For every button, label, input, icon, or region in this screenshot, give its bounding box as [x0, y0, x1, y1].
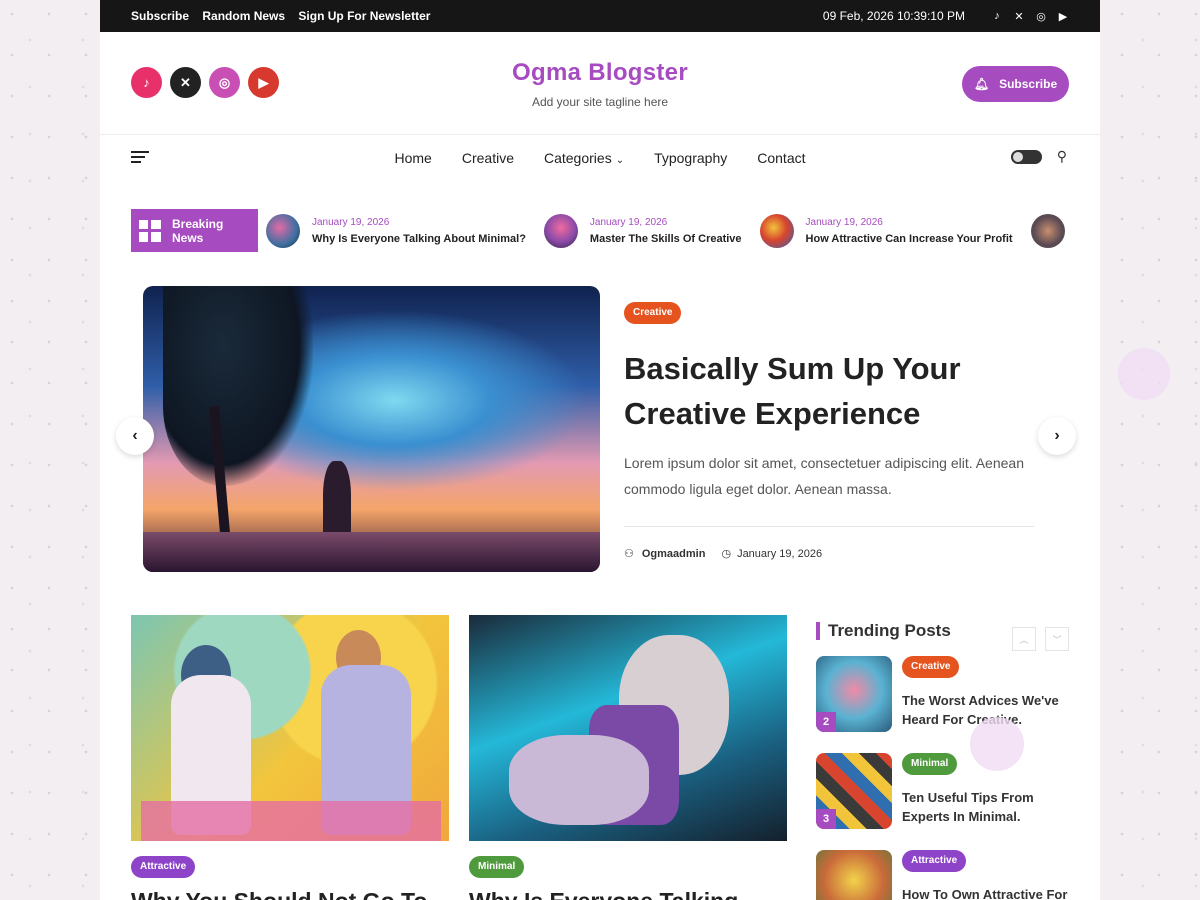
trending-category-badge[interactable]: Minimal: [902, 753, 958, 775]
top-bar: Subscribe Random News Sign Up For Newsle…: [100, 0, 1100, 32]
hero-divider: [624, 526, 1034, 527]
chevron-down-icon[interactable]: ﹀: [1045, 627, 1069, 651]
trending-rank: 3: [816, 809, 836, 829]
nav-item-creative[interactable]: Creative: [462, 150, 514, 166]
breaking-thumb: [266, 213, 300, 248]
bell-icon: 🔔︎: [973, 77, 990, 91]
hero-author[interactable]: Ogmaadmin: [642, 548, 706, 560]
chevron-down-icon: ⌄: [615, 154, 625, 166]
card-image[interactable]: [469, 615, 787, 841]
breaking-date: January 19, 2026: [805, 216, 883, 228]
nav-item-home[interactable]: Home: [394, 150, 431, 166]
top-link-random-news[interactable]: Random News: [202, 9, 285, 23]
hero-excerpt: Lorem ipsum dolor sit amet, consectetuer…: [624, 455, 1024, 497]
hero-meta: ⚇ Ogmaadmin ◷ January 19, 2026: [624, 547, 1034, 561]
breaking-thumb: [543, 213, 578, 248]
instagram-icon[interactable]: ◎: [1035, 10, 1047, 23]
tiktok-icon[interactable]: ♪: [991, 10, 1003, 22]
nav-item-categories[interactable]: Categories ⌄: [544, 150, 624, 166]
breaking-item[interactable]: January 19, 2026 How Attractive Can Incr…: [759, 213, 1013, 248]
dark-mode-toggle[interactable]: [1011, 150, 1042, 164]
menu-icon[interactable]: [131, 151, 149, 166]
trending-category-badge[interactable]: Attractive: [902, 850, 967, 872]
decorative-blob: [970, 717, 1024, 771]
trending-heading: Trending Posts: [816, 622, 951, 640]
hero-image[interactable]: [143, 286, 600, 572]
top-links: Subscribe Random News Sign Up For Newsle…: [131, 9, 440, 23]
trending-item[interactable]: Attractive How To Own Attractive For: [816, 850, 1076, 900]
top-link-subscribe[interactable]: Subscribe: [131, 9, 189, 23]
trending-item[interactable]: 2 Creative The Worst Advices We've Heard…: [816, 656, 1076, 734]
youtube-icon[interactable]: ▶: [1057, 10, 1069, 23]
card-title[interactable]: Why You Should Not Go To: [131, 888, 427, 900]
nav-item-label: Categories: [543, 149, 612, 166]
subscribe-button[interactable]: 🔔︎ Subscribe: [962, 66, 1069, 102]
hero-category-badge[interactable]: Creative: [624, 302, 682, 324]
breaking-label-text: Breaking News: [171, 216, 224, 245]
site-title[interactable]: Ogma Blogster: [100, 59, 1100, 87]
breaking-date: January 19, 2026: [312, 216, 390, 228]
breaking-item[interactable]: January 19, 2026 Master The Skills Of Cr…: [543, 213, 742, 248]
clock-icon: ◷: [721, 548, 732, 560]
brand: Ogma Blogster Add your site tagline here: [100, 59, 1100, 109]
nav-item-typography[interactable]: Typography: [654, 150, 727, 166]
trending-thumb[interactable]: 2: [816, 656, 892, 732]
grid-icon: [139, 219, 161, 242]
x-icon[interactable]: ✕: [1013, 10, 1025, 23]
slider-next-arrow-icon[interactable]: ›: [1038, 417, 1076, 455]
hero-date: January 19, 2026: [737, 547, 823, 560]
breaking-news-label: Breaking News: [131, 209, 258, 252]
trending-title[interactable]: Ten Useful Tips From Experts In Minimal.: [902, 788, 1072, 826]
nav-item-contact[interactable]: Contact: [757, 150, 805, 166]
search-icon[interactable]: ⚲: [1057, 148, 1067, 165]
card-title[interactable]: Why Is Everyone Talking: [469, 888, 738, 900]
site-header: ♪ ✕ ◎ ▶ Ogma Blogster Add your site tagl…: [100, 32, 1100, 135]
top-right: 09 Feb, 2026 10:39:10 PM ♪ ✕ ◎ ▶: [823, 9, 1069, 23]
subscribe-label: Subscribe: [999, 77, 1058, 91]
card-category-badge[interactable]: Attractive: [131, 856, 196, 878]
trending-rank: 2: [816, 712, 836, 732]
decorative-blob: [1118, 348, 1170, 400]
card-category-badge[interactable]: Minimal: [469, 856, 525, 878]
trending-thumb[interactable]: 3: [816, 753, 892, 829]
breaking-title[interactable]: How Attractive Can Increase Your Profit: [806, 233, 1013, 245]
breaking-title[interactable]: Why Is Everyone Talking About Minimal?: [312, 233, 526, 245]
page: Subscribe Random News Sign Up For Newsle…: [100, 0, 1100, 900]
breaking-item[interactable]: Ja Th: [1030, 213, 1069, 248]
breaking-item[interactable]: January 19, 2026 Why Is Everyone Talking…: [266, 213, 526, 248]
trending-category-badge[interactable]: Creative: [902, 656, 960, 678]
breaking-thumb: [1030, 213, 1065, 248]
top-link-newsletter[interactable]: Sign Up For Newsletter: [298, 9, 430, 23]
breaking-title[interactable]: Master The Skills Of Creative: [590, 233, 742, 245]
trending-title[interactable]: How To Own Attractive For: [902, 885, 1072, 900]
slider-prev-arrow-icon[interactable]: ‹: [116, 417, 154, 455]
hero-content: Creative Basically Sum Up Your Creative …: [624, 302, 1034, 560]
breaking-news-bar: Breaking News January 19, 2026 Why Is Ev…: [131, 209, 1069, 252]
site-tagline: Add your site tagline here: [531, 95, 669, 109]
breaking-thumb: [759, 213, 794, 248]
user-icon: ⚇: [624, 548, 634, 560]
breaking-date: January 19, 2026: [589, 216, 668, 228]
nav-menu: Home Creative Categories ⌄ Typography Con…: [379, 150, 820, 166]
date-time: 09 Feb, 2026 10:39:10 PM: [822, 9, 965, 23]
hero-title[interactable]: Basically Sum Up Your Creative Experienc…: [624, 346, 1034, 436]
trending-thumb[interactable]: [816, 850, 892, 900]
chevron-up-icon[interactable]: ︿: [1012, 627, 1036, 651]
card-image[interactable]: [131, 615, 449, 841]
main-nav: Home Creative Categories ⌄ Typography Con…: [100, 135, 1100, 180]
trending-item[interactable]: 3 Minimal Ten Useful Tips From Experts I…: [816, 753, 1076, 831]
